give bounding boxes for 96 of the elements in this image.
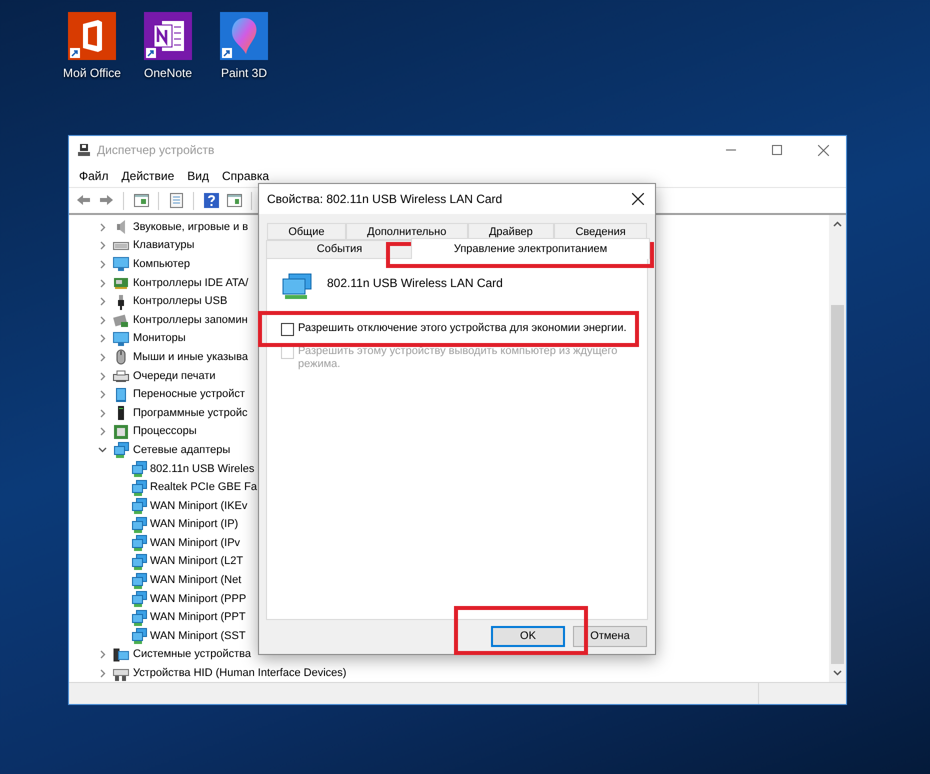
tree-item[interactable]: Контроллеры USB	[133, 296, 228, 308]
monitor-icon	[113, 330, 129, 347]
panel-window-icon[interactable]	[132, 192, 150, 209]
expand-chevron-icon[interactable]	[100, 241, 106, 250]
desktop-shortcut[interactable]: OneNote	[132, 12, 204, 82]
tree-item[interactable]: Звуковые, игровые и в	[133, 222, 248, 233]
expand-chevron-icon[interactable]	[100, 260, 106, 269]
tree-item[interactable]: Устройства HID (Human Interface Devices)	[133, 668, 346, 680]
tree-item[interactable]: Realtek PCIe GBE Fa	[150, 482, 257, 494]
tree-item[interactable]: WAN Miniport (SST	[150, 630, 246, 642]
option-label: Разрешить этому устройству выводить компьютер из ждущего режима.	[298, 345, 618, 371]
tree-item[interactable]: WAN Miniport (IP)	[150, 519, 238, 530]
network-adapter-icon	[131, 554, 147, 570]
network-adapter-icon	[131, 461, 147, 478]
processor-icon	[113, 424, 129, 440]
tree-item[interactable]: Мониторы	[133, 333, 186, 344]
tree-item[interactable]: WAN Miniport (IPv	[150, 538, 240, 549]
network-adapter-icon	[131, 498, 147, 514]
tree-item[interactable]: Клавиатуры	[133, 240, 194, 252]
tab[interactable]: Общие	[267, 223, 346, 240]
tablet-icon	[113, 386, 129, 403]
tab[interactable]: События	[266, 240, 414, 259]
tree-item[interactable]: Очереди печати	[133, 370, 216, 382]
expand-chevron-icon[interactable]	[100, 372, 106, 381]
tree-item[interactable]: 802.11n USB Wireles	[150, 464, 254, 475]
network-adapter-icon	[131, 516, 147, 533]
desktop-shortcut[interactable]: Paint 3D	[208, 12, 280, 82]
scrollbar[interactable]	[829, 215, 846, 682]
tree-item[interactable]: Контроллеры IDE ATA/	[133, 278, 248, 289]
dialog-button[interactable]: Отмена	[573, 626, 647, 647]
tree-item[interactable]: WAN Miniport (L2T	[150, 556, 244, 568]
desktop-shortcut[interactable]: Мой Office	[56, 12, 128, 82]
expand-chevron-icon[interactable]	[100, 669, 106, 678]
dialog-button[interactable]: OK	[491, 626, 565, 647]
expand-chevron-icon[interactable]	[100, 390, 106, 400]
menu-item[interactable]: Файл	[73, 164, 115, 186]
help-icon[interactable]	[202, 192, 220, 209]
window-title: Диспетчер устройств	[97, 142, 214, 159]
monitor-icon	[113, 256, 129, 272]
tree-item[interactable]: Системные устройства	[133, 649, 252, 660]
expand-chevron-icon[interactable]	[100, 334, 106, 344]
menu-item[interactable]: Вид	[181, 164, 215, 186]
network-adapter-icon	[281, 273, 313, 301]
notebook-app-icon	[144, 12, 192, 60]
collapse-chevron-icon[interactable]	[98, 447, 107, 454]
expand-chevron-icon[interactable]	[100, 316, 106, 325]
tree-item[interactable]: Мыши и иные указыва	[133, 352, 248, 363]
office-app-icon	[68, 12, 116, 60]
option-label: Разрешить отключение этого устройства для экономии энергии.	[298, 322, 627, 335]
printer-icon	[113, 368, 129, 384]
network-adapter-icon	[131, 572, 147, 589]
system-device-icon	[113, 646, 129, 663]
scrollbar-thumb[interactable]	[831, 305, 844, 664]
network-adapter-icon	[131, 610, 147, 626]
network-adapter-icon	[131, 535, 147, 552]
tree-item[interactable]: WAN Miniport (PPP	[150, 594, 246, 605]
shortcut-label: Мой Office	[63, 65, 121, 82]
network-adapter-icon	[131, 628, 147, 644]
tree-item[interactable]: WAN Miniport (Net	[150, 575, 242, 586]
menu-item[interactable]: Действие	[116, 164, 180, 186]
scroll-up-icon[interactable]	[833, 221, 842, 227]
menu-item[interactable]: Справка	[216, 164, 276, 186]
expand-chevron-icon[interactable]	[100, 650, 106, 660]
tree-item[interactable]: Переносные устройст	[133, 389, 245, 400]
tree-item[interactable]: WAN Miniport (PPT	[150, 612, 246, 624]
controller-card-icon	[113, 275, 129, 292]
tree-item[interactable]: WAN Miniport (IKEv	[150, 500, 248, 512]
tree-item[interactable]: Компьютер	[133, 258, 190, 270]
device-manager-icon	[77, 143, 91, 157]
expand-chevron-icon[interactable]	[100, 352, 106, 362]
shortcut-label: OneNote	[144, 65, 192, 82]
expand-chevron-icon[interactable]	[100, 408, 106, 418]
tree-item[interactable]: Программные устройс	[133, 408, 248, 419]
tree-item[interactable]: Сетевые адаптеры	[133, 444, 230, 456]
scroll-down-icon[interactable]	[833, 670, 842, 676]
dialog-title: Свойства: 802.11n USB Wireless LAN Card	[267, 191, 502, 208]
network-adapter-icon	[131, 480, 147, 496]
expand-chevron-icon[interactable]	[100, 278, 106, 288]
tab[interactable]: Управление электропитанием	[411, 238, 650, 259]
tab[interactable]: Дополнительно	[346, 223, 468, 240]
expand-chevron-icon[interactable]	[100, 297, 106, 306]
tree-item[interactable]: Контроллеры запомин	[133, 314, 248, 326]
network-adapter-icon	[113, 442, 129, 458]
tree-item[interactable]: Процессоры	[133, 426, 197, 438]
checkbox[interactable]	[281, 323, 294, 336]
network-adapter-icon	[131, 591, 147, 608]
storage-controller-icon	[113, 312, 129, 328]
paint-app-icon	[220, 12, 268, 60]
device-name: 802.11n USB Wireless LAN Card	[327, 275, 503, 292]
close-icon[interactable]	[632, 193, 644, 205]
expand-chevron-icon[interactable]	[100, 427, 106, 436]
expand-chevron-icon[interactable]	[100, 222, 106, 232]
panel-window-icon[interactable]	[226, 192, 242, 209]
document-icon[interactable]	[168, 192, 184, 209]
maximize-icon[interactable]	[772, 145, 782, 155]
shortcut-label: Paint 3D	[220, 65, 268, 82]
